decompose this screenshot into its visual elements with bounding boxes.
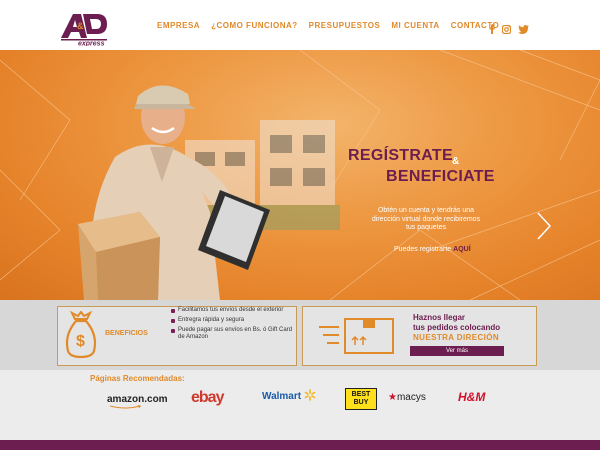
brand-macys-text: macys xyxy=(396,392,426,403)
brand-bestbuy-text: BEST BUY xyxy=(351,391,371,406)
benefit-item: Facilitamos tus envíos desde el exterior xyxy=(170,307,296,314)
main-nav: EMPRESA ¿COMO FUNCIONA? PRESUPUESTOS MI … xyxy=(157,21,499,30)
amazon-smile-icon xyxy=(109,405,142,409)
delivery-package-icon xyxy=(319,318,394,354)
nav-presupuestos[interactable]: PRESUPUESTOS xyxy=(309,21,381,30)
promo-line1: Haznos llegar xyxy=(413,313,466,322)
brand-ebay-text: ebay xyxy=(191,389,224,406)
brand-bestbuy[interactable]: BEST BUY xyxy=(345,388,377,410)
hero-register-text: Puedes registrarte AQUÍ xyxy=(394,246,471,253)
facebook-icon[interactable] xyxy=(489,21,495,39)
logo-subtext: express xyxy=(78,41,105,47)
brand-walmart-text: Walmart xyxy=(262,391,302,402)
benefits-list: Facilitamos tus envíos desde el exterior… xyxy=(170,307,296,344)
hero-description: Obtén un cuenta y tendrás una dirección … xyxy=(371,207,481,231)
promo-line2: tus pedidos colocando xyxy=(413,323,501,332)
benefits-label: BENEFICIOS xyxy=(105,330,148,337)
benefit-item: Puede pagar sus envíos en Bs. ó Gift Car… xyxy=(170,327,296,341)
register-text: Puedes registrarte xyxy=(394,246,452,253)
footer-bar xyxy=(0,440,600,450)
brand-hm[interactable]: H&M xyxy=(458,390,485,404)
logo-ampersand: & xyxy=(77,21,84,31)
promo-line3: NUESTRA DIRECIÓN xyxy=(413,333,500,342)
recommended-label: Páginas Recomendadas: xyxy=(90,374,185,383)
brand-walmart[interactable]: Walmart xyxy=(262,389,316,402)
features-strip: $ xyxy=(0,300,600,370)
site-header: & express EMPRESA ¿COMO FUNCIONA? PRESUP… xyxy=(0,0,600,50)
hero-title-line1: REGÍSTRATE xyxy=(348,147,453,164)
delivery-man-image xyxy=(78,85,270,300)
twitter-icon[interactable] xyxy=(518,21,529,39)
nav-mi-cuenta[interactable]: MI CUENTA xyxy=(391,21,439,30)
benefit-item: Entregra rápida y segura xyxy=(170,317,296,324)
hero-ampersand: & xyxy=(452,156,460,167)
instagram-icon[interactable] xyxy=(501,21,512,39)
brand-hm-text: H&M xyxy=(458,390,486,404)
brand-amazon[interactable]: amazon.com xyxy=(107,394,168,409)
brand-macys[interactable]: ★macys xyxy=(388,392,426,403)
register-link[interactable]: AQUÍ xyxy=(453,246,471,253)
nav-empresa[interactable]: EMPRESA xyxy=(157,21,200,30)
hero-banner: REGÍSTRATE & BENEFICIATE Obtén un cuenta… xyxy=(0,50,600,300)
brand-amazon-text: amazon.com xyxy=(107,394,168,405)
svg-text:$: $ xyxy=(76,333,85,350)
social-links xyxy=(489,21,529,39)
hero-title-line2: BENEFICIATE xyxy=(386,168,495,185)
logo[interactable]: & express xyxy=(57,10,109,46)
money-bag-icon: $ xyxy=(65,311,97,359)
walmart-spark-icon xyxy=(304,389,316,401)
chevron-right-icon[interactable] xyxy=(536,212,552,240)
brand-ebay[interactable]: ebay xyxy=(191,389,224,407)
ver-mas-button[interactable]: Ver más xyxy=(410,346,504,356)
star-icon: ★ xyxy=(388,392,397,403)
nav-como-funciona[interactable]: ¿COMO FUNCIONA? xyxy=(211,21,298,30)
